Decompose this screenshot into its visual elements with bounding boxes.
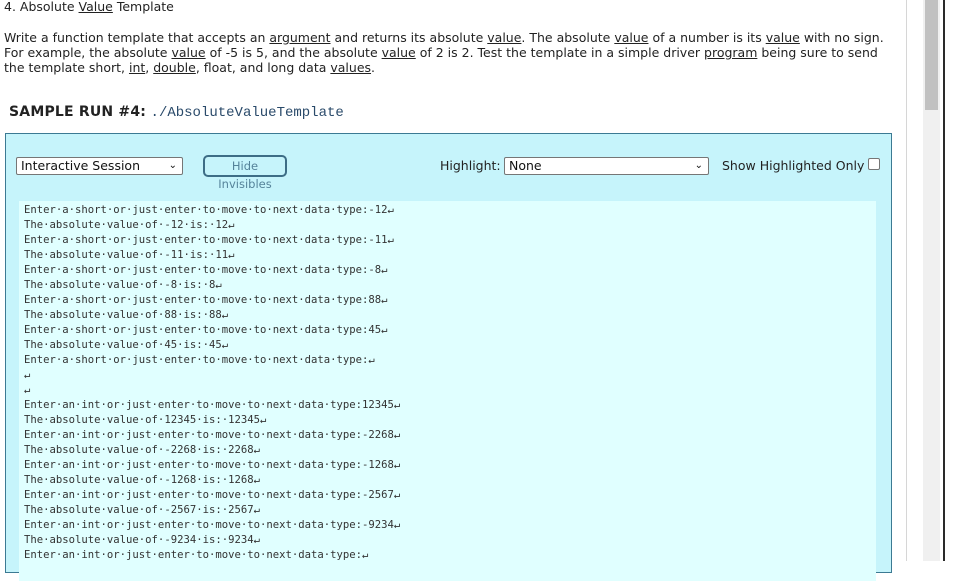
glossary-link[interactable]: value bbox=[487, 30, 521, 45]
glossary-link[interactable]: value bbox=[766, 30, 800, 45]
output-line: The·absolute·value·of·45·is:·45↵ bbox=[24, 339, 229, 351]
problem-number: 4. bbox=[4, 0, 16, 14]
glossary-link[interactable]: program bbox=[704, 45, 757, 60]
output-line: The·absolute·value·of·-1268·is:·1268↵ bbox=[24, 474, 260, 486]
description-text: . bbox=[371, 60, 376, 75]
output-line: Enter·an·int·or·just·enter·to·move·to·ne… bbox=[24, 399, 401, 411]
output-line: Enter·an·int·or·just·enter·to·move·to·ne… bbox=[24, 459, 401, 471]
highlight-select-value: None bbox=[509, 158, 542, 173]
highlight-label: Highlight: bbox=[440, 158, 501, 173]
show-highlighted-only-label: Show Highlighted Only bbox=[722, 158, 865, 173]
scrollbar-thumb[interactable] bbox=[925, 0, 938, 110]
description-text: and returns its absolute bbox=[330, 30, 488, 45]
output-line: Enter·a·short·or·just·enter·to·move·to·n… bbox=[24, 204, 394, 216]
output-line: The·absolute·value·of·-9234·is:·9234↵ bbox=[24, 534, 260, 546]
output-line: The·absolute·value·of·-2268·is:·2268↵ bbox=[24, 444, 260, 456]
output-line: The·absolute·value·of·-12·is:·12↵ bbox=[24, 219, 235, 231]
glossary-link[interactable]: double bbox=[153, 60, 196, 75]
page-content: 4. Absolute Value Template Write a funct… bbox=[0, 0, 906, 581]
description-text: Write a function template that accepts a… bbox=[4, 30, 270, 45]
output-line: ↵ bbox=[24, 384, 31, 396]
glossary-link[interactable]: value bbox=[171, 45, 205, 60]
glossary-link[interactable]: argument bbox=[269, 30, 330, 45]
sample-run-heading: SAMPLE RUN #4: ./AbsoluteValueTemplate bbox=[9, 104, 344, 121]
content-divider bbox=[906, 0, 907, 561]
sample-run-command: ./AbsoluteValueTemplate bbox=[150, 105, 344, 121]
sample-run-panel: Interactive Session ⌄ Hide Invisibles Hi… bbox=[5, 133, 892, 581]
session-select-value: Interactive Session bbox=[21, 158, 141, 173]
output-line: Enter·an·int·or·just·enter·to·move·to·ne… bbox=[24, 489, 401, 501]
output-line: Enter·an·int·or·just·enter·to·move·to·ne… bbox=[24, 429, 401, 441]
hide-invisibles-button[interactable]: Hide Invisibles bbox=[203, 155, 287, 191]
output-line: Enter·a·short·or·just·enter·to·move·to·n… bbox=[24, 234, 394, 246]
problem-title: 4. Absolute Value Template bbox=[4, 0, 174, 14]
description-text: . The absolute bbox=[521, 30, 615, 45]
description-text: , float, and long data bbox=[195, 60, 331, 75]
sample-run-label: SAMPLE RUN #4: bbox=[9, 104, 147, 120]
window-edge bbox=[943, 0, 945, 561]
session-output: Enter·a·short·or·just·enter·to·move·to·n… bbox=[19, 201, 876, 581]
output-line: ↵ bbox=[24, 369, 31, 381]
glossary-link[interactable]: int bbox=[129, 60, 145, 75]
title-text: Absolute bbox=[15, 0, 79, 14]
title-text-end: Template bbox=[112, 0, 174, 14]
output-line: Enter·a·short·or·just·enter·to·move·to·n… bbox=[24, 264, 388, 276]
problem-description: Write a function template that accepts a… bbox=[4, 30, 884, 75]
chevron-down-icon: ⌄ bbox=[168, 160, 177, 171]
output-line: Enter·an·int·or·just·enter·to·move·to·ne… bbox=[24, 519, 401, 531]
output-line: The·absolute·value·of·12345·is:·12345↵ bbox=[24, 414, 267, 426]
description-text: of a number is its bbox=[648, 30, 766, 45]
output-line: The·absolute·value·of·-2567·is:·2567↵ bbox=[24, 504, 260, 516]
output-line: The·absolute·value·of·-8·is:·8↵ bbox=[24, 279, 222, 291]
output-line: Enter·a·short·or·just·enter·to·move·to·n… bbox=[24, 294, 388, 306]
glossary-link[interactable]: value bbox=[382, 45, 416, 60]
description-text: of 2 is 2. Test the template in a simple… bbox=[415, 45, 705, 60]
glossary-link[interactable]: values bbox=[330, 60, 371, 75]
show-highlighted-only-checkbox[interactable] bbox=[868, 158, 880, 170]
output-line: The·absolute·value·of·-11·is:·11↵ bbox=[24, 249, 235, 261]
output-line: Enter·a·short·or·just·enter·to·move·to·n… bbox=[24, 324, 388, 336]
description-text: of -5 is 5, and the absolute bbox=[205, 45, 382, 60]
output-text: Enter·a·short·or·just·enter·to·move·to·n… bbox=[19, 201, 876, 563]
highlight-select[interactable]: None ⌄ bbox=[504, 157, 709, 175]
output-line: Enter·a·short·or·just·enter·to·move·to·n… bbox=[24, 354, 375, 366]
output-line: The·absolute·value·of·88·is:·88↵ bbox=[24, 309, 229, 321]
chevron-down-icon: ⌄ bbox=[694, 160, 703, 171]
glossary-link[interactable]: value bbox=[614, 30, 648, 45]
value-link[interactable]: Value bbox=[79, 0, 113, 14]
session-select[interactable]: Interactive Session ⌄ bbox=[16, 157, 183, 175]
